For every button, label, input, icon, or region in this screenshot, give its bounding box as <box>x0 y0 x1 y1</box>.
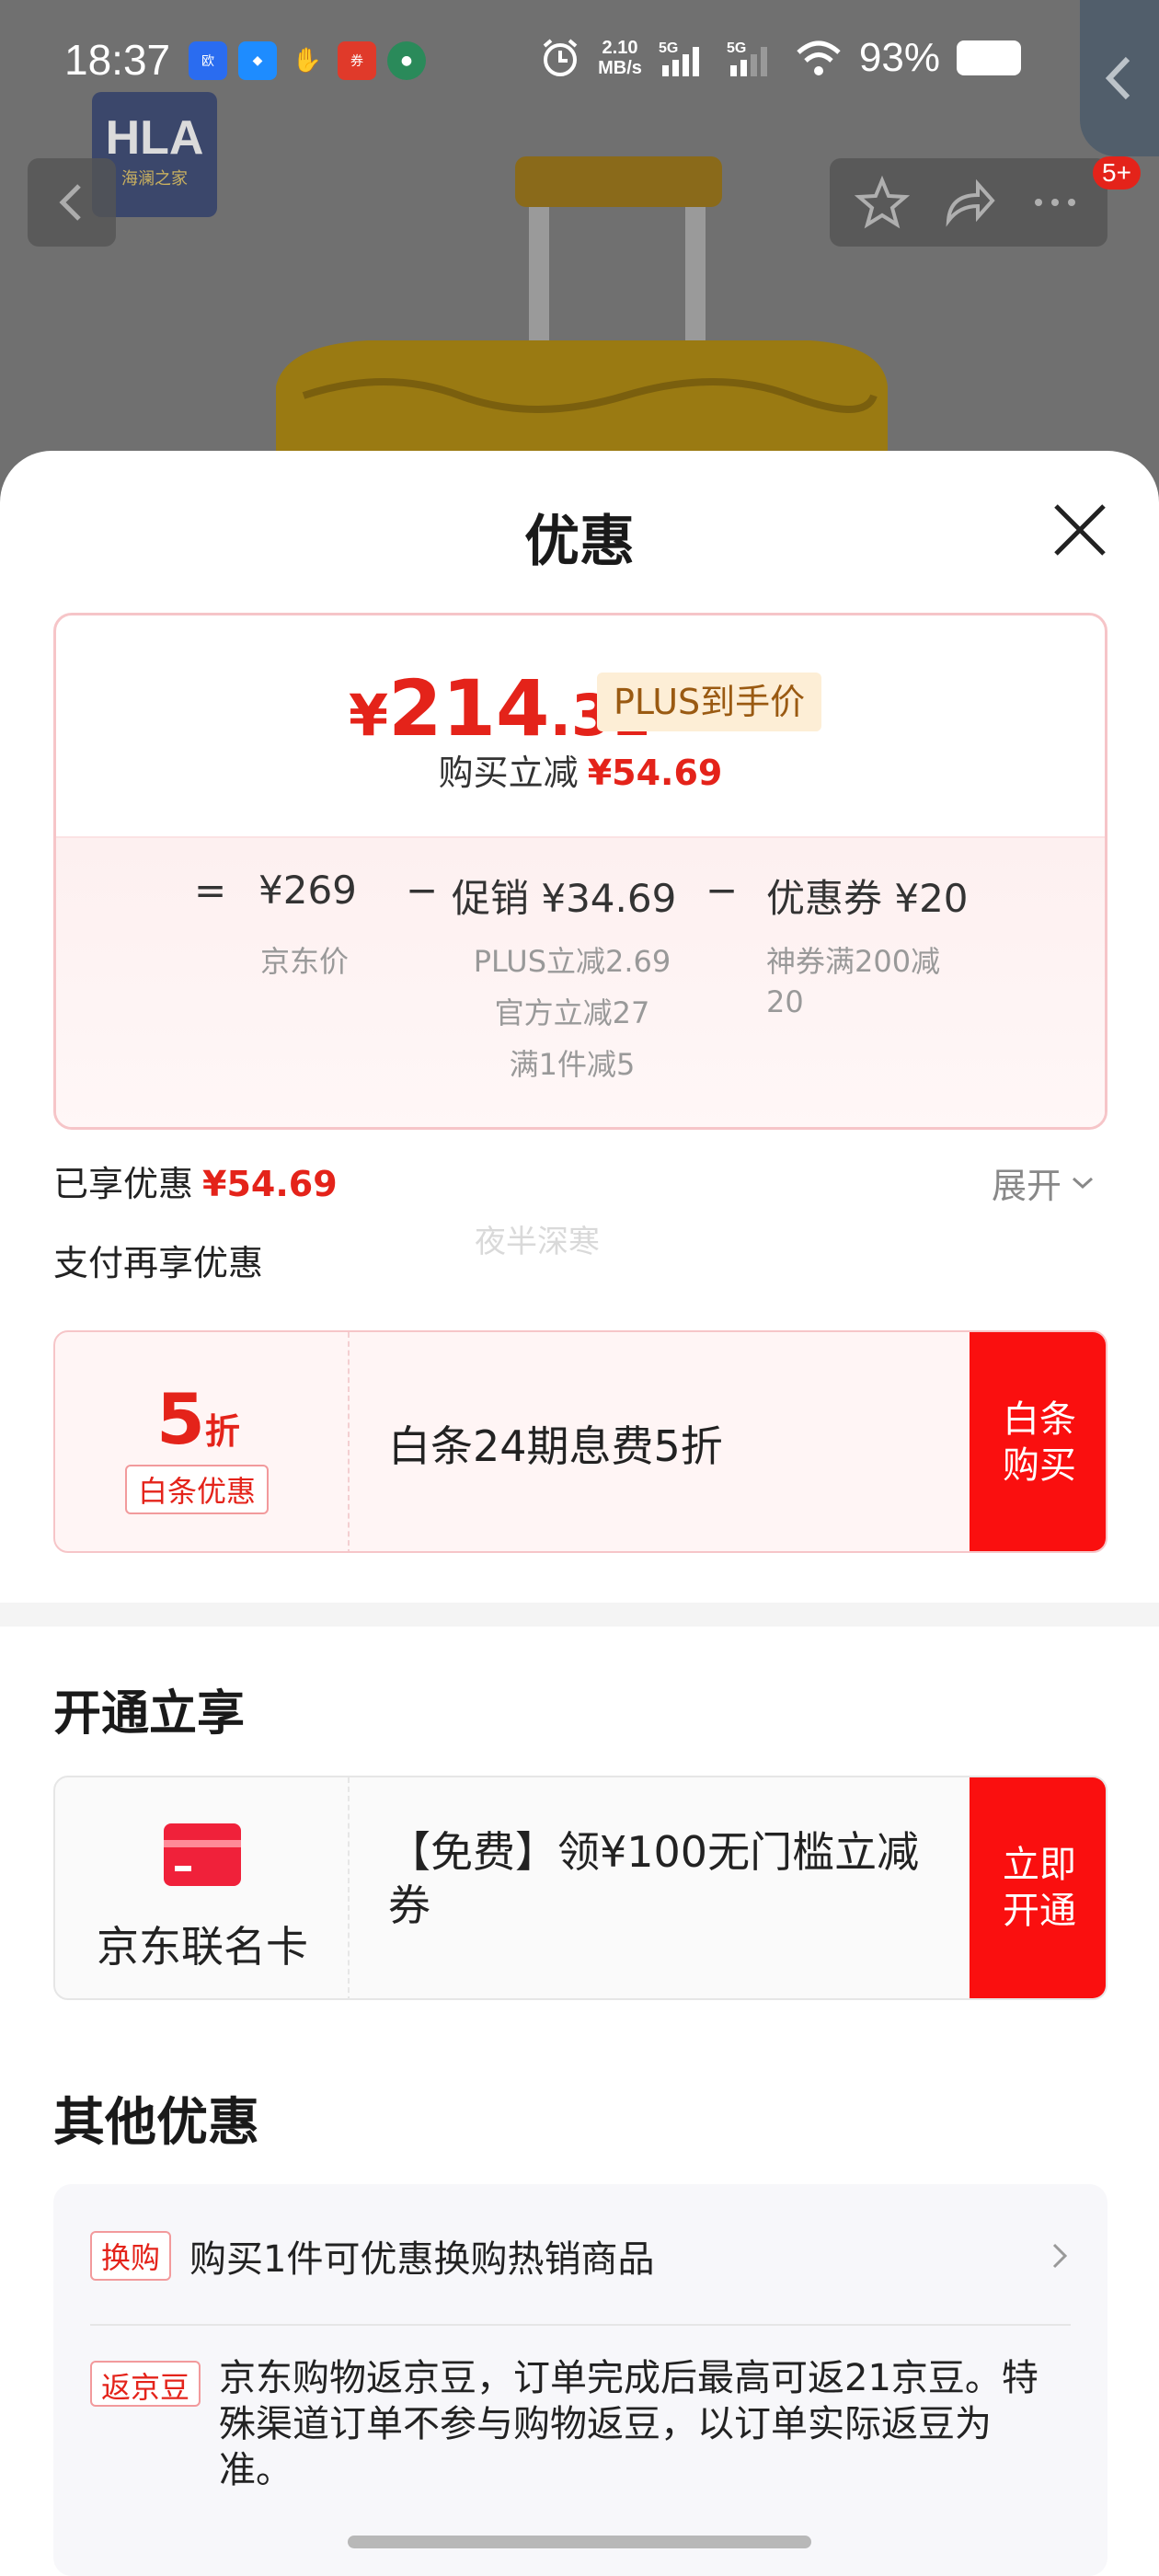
promo-amount: 促销 ¥34.69 <box>452 876 677 921</box>
exchange-text: 购买1件可优惠换购热销商品 <box>189 2238 655 2281</box>
reduction-label: 购买立减 <box>438 753 579 793</box>
net-speed-unit: MB/s <box>598 58 642 78</box>
discount-unit: 折 <box>204 1411 240 1452</box>
more-icon[interactable] <box>1027 175 1083 230</box>
section-divider <box>0 1603 1159 1627</box>
baitiao-tag: 白条优惠 <box>125 1465 270 1514</box>
reduction-value: ¥54.69 <box>587 753 723 793</box>
equals-sign: = <box>194 868 227 913</box>
cobrand-card-box: 京东联名卡 <box>55 1777 350 1998</box>
final-price-currency: ¥ <box>349 682 389 749</box>
back-button[interactable] <box>28 158 116 247</box>
promo-item: PLUS立减2.69 <box>473 944 671 979</box>
watermark-text: 夜半深寒 <box>475 1224 600 1260</box>
net-speed-value: 2.10 <box>602 38 638 58</box>
credit-card-icon <box>164 1823 241 1886</box>
purchase-reduction: 购买立减 ¥54.69 <box>56 744 1105 795</box>
wifi-icon <box>797 40 841 75</box>
star-icon[interactable] <box>855 175 910 230</box>
promo-details: PLUS立减2.69 官方立减27 满1件减5 <box>457 936 687 1090</box>
jingdou-text: 京东购物返京豆，订单完成后最高可返21京豆。特殊渠道订单不参与购物返豆，以订单实… <box>219 2357 1039 2491</box>
signal-icon-2: 5G <box>727 40 767 76</box>
baitiao-desc: 白条24期息费5折 <box>388 1421 723 1471</box>
list-item-exchange[interactable]: 换购 购买1件可优惠换购热销商品 <box>90 2219 1071 2293</box>
battery-icon <box>957 40 1021 75</box>
list-divider <box>90 2324 1071 2326</box>
handshake-icon: ✋ <box>292 47 323 75</box>
coupon-desc: 20 <box>766 984 804 1019</box>
app-icon: 欧 <box>189 41 227 80</box>
other-discount-list: 换购 购买1件可优惠换购热销商品 返京豆 京东购物返京豆，订单完成后最高可返21… <box>53 2184 1107 2576</box>
baitiao-buy-button[interactable]: 白条 购买 <box>970 1332 1106 1551</box>
button-label: 开通 <box>1003 1890 1076 1932</box>
home-indicator[interactable] <box>348 2536 811 2548</box>
top-nav-actions <box>830 158 1107 247</box>
status-indicators: 2.10 MB/s 5G 5G 93% <box>539 35 1021 81</box>
coupon-amount: 优惠券 ¥20 <box>766 876 969 921</box>
baitiao-discount: 5折 <box>156 1378 240 1460</box>
final-price-section: ¥ 214 .31 PLUS到手价 购买立减¥54.69 <box>56 615 1105 836</box>
open-section-title: 开通立享 <box>53 1686 246 1742</box>
formula-row: = ¥269 − 促销 ¥34.69 − 优惠券 ¥20 <box>56 868 1105 923</box>
chevron-down-icon <box>1073 1177 1094 1189</box>
cobrand-card-desc: 【免费】领¥100无门槛立减券 <box>388 1827 920 1930</box>
more-badge: 5+ <box>1093 156 1141 190</box>
signal-icon: 5G <box>659 40 699 76</box>
discount-sheet: 优惠 ¥ 214 .31 PLUS到手价 购买立减¥54.69 = ¥269 −… <box>0 451 1159 2576</box>
jingdou-tag: 返京豆 <box>90 2361 201 2407</box>
brand-logo-text: HLA <box>105 111 204 165</box>
jd-price-label: 京东价 <box>260 944 350 979</box>
baitiao-offer-card[interactable]: 5折 白条优惠 白条24期息费5折 白条 购买 <box>53 1330 1107 1553</box>
chevron-right-icon <box>1052 2243 1068 2269</box>
pay-more-title: 支付再享优惠 <box>53 1243 264 1283</box>
chevron-left-icon <box>1105 56 1130 100</box>
avatar-icon: ● <box>387 41 426 80</box>
signal-label-2: 5G <box>727 40 746 56</box>
edge-panel-handle[interactable] <box>1080 0 1159 156</box>
status-time: 18:37 <box>64 36 171 84</box>
final-price-integer: 214 <box>388 663 550 753</box>
share-icon[interactable] <box>941 175 996 230</box>
button-label: 购买 <box>1003 1444 1076 1487</box>
button-label: 白条 <box>1003 1398 1076 1441</box>
expand-button[interactable]: 展开 <box>992 1157 1095 1208</box>
price-formula: = ¥269 − 促销 ¥34.69 − 优惠券 ¥20 京东价 PLUS立减2… <box>56 836 1105 1127</box>
back-arrow-icon <box>59 184 81 221</box>
app-icon: ◆ <box>238 41 277 80</box>
button-label: 立即 <box>1003 1844 1076 1886</box>
enjoyed-label: 已享优惠 <box>53 1164 194 1204</box>
product-page-background: 18:37 欧 ◆ ✋ 券 ● 2.10 MB/s 5G 5G 93% HLA … <box>0 0 1159 515</box>
enjoyed-discount: 已享优惠 ¥54.69 <box>53 1156 338 1206</box>
cobrand-card-name: 京东联名卡 <box>97 1922 308 1972</box>
open-now-button[interactable]: 立即 开通 <box>970 1777 1106 1998</box>
baitiao-discount-box: 5折 白条优惠 <box>55 1332 350 1551</box>
jd-price: ¥269 <box>258 868 357 913</box>
coupon-desc: 神券满200减 <box>766 944 941 979</box>
exchange-tag: 换购 <box>90 2231 172 2281</box>
status-app-icons: 欧 ◆ ✋ 券 ● <box>189 41 426 80</box>
alarm-icon <box>543 39 578 76</box>
price-breakdown-card: ¥ 214 .31 PLUS到手价 购买立减¥54.69 = ¥269 − 促销… <box>53 613 1107 1130</box>
signal-label: 5G <box>659 40 678 56</box>
minus-sign: − <box>706 868 739 913</box>
plus-price-tag: PLUS到手价 <box>597 673 822 731</box>
enjoyed-value: ¥54.69 <box>202 1164 338 1204</box>
sheet-title: 优惠 <box>524 510 635 574</box>
close-icon[interactable] <box>1049 499 1111 561</box>
discount-number: 5 <box>156 1378 205 1460</box>
net-speed: 2.10 MB/s <box>598 38 642 78</box>
promo-item: 满1件减5 <box>509 1047 636 1082</box>
expand-label: 展开 <box>992 1166 1062 1206</box>
other-discount-title: 其他优惠 <box>53 2093 259 2153</box>
cobrand-card-offer[interactable]: 京东联名卡 【免费】领¥100无门槛立减券 立即 开通 <box>53 1776 1107 2000</box>
list-item-jingdou: 返京豆 京东购物返京豆，订单完成后最高可返21京豆。特殊渠道订单不参与购物返豆，… <box>90 2355 1071 2493</box>
coupon-details: 神券满200减 20 <box>766 941 940 1022</box>
promo-item: 官方立减27 <box>494 995 650 1030</box>
minus-sign: − <box>406 868 439 913</box>
app-icon: 券 <box>338 41 376 80</box>
battery-percent: 93% <box>858 35 940 80</box>
